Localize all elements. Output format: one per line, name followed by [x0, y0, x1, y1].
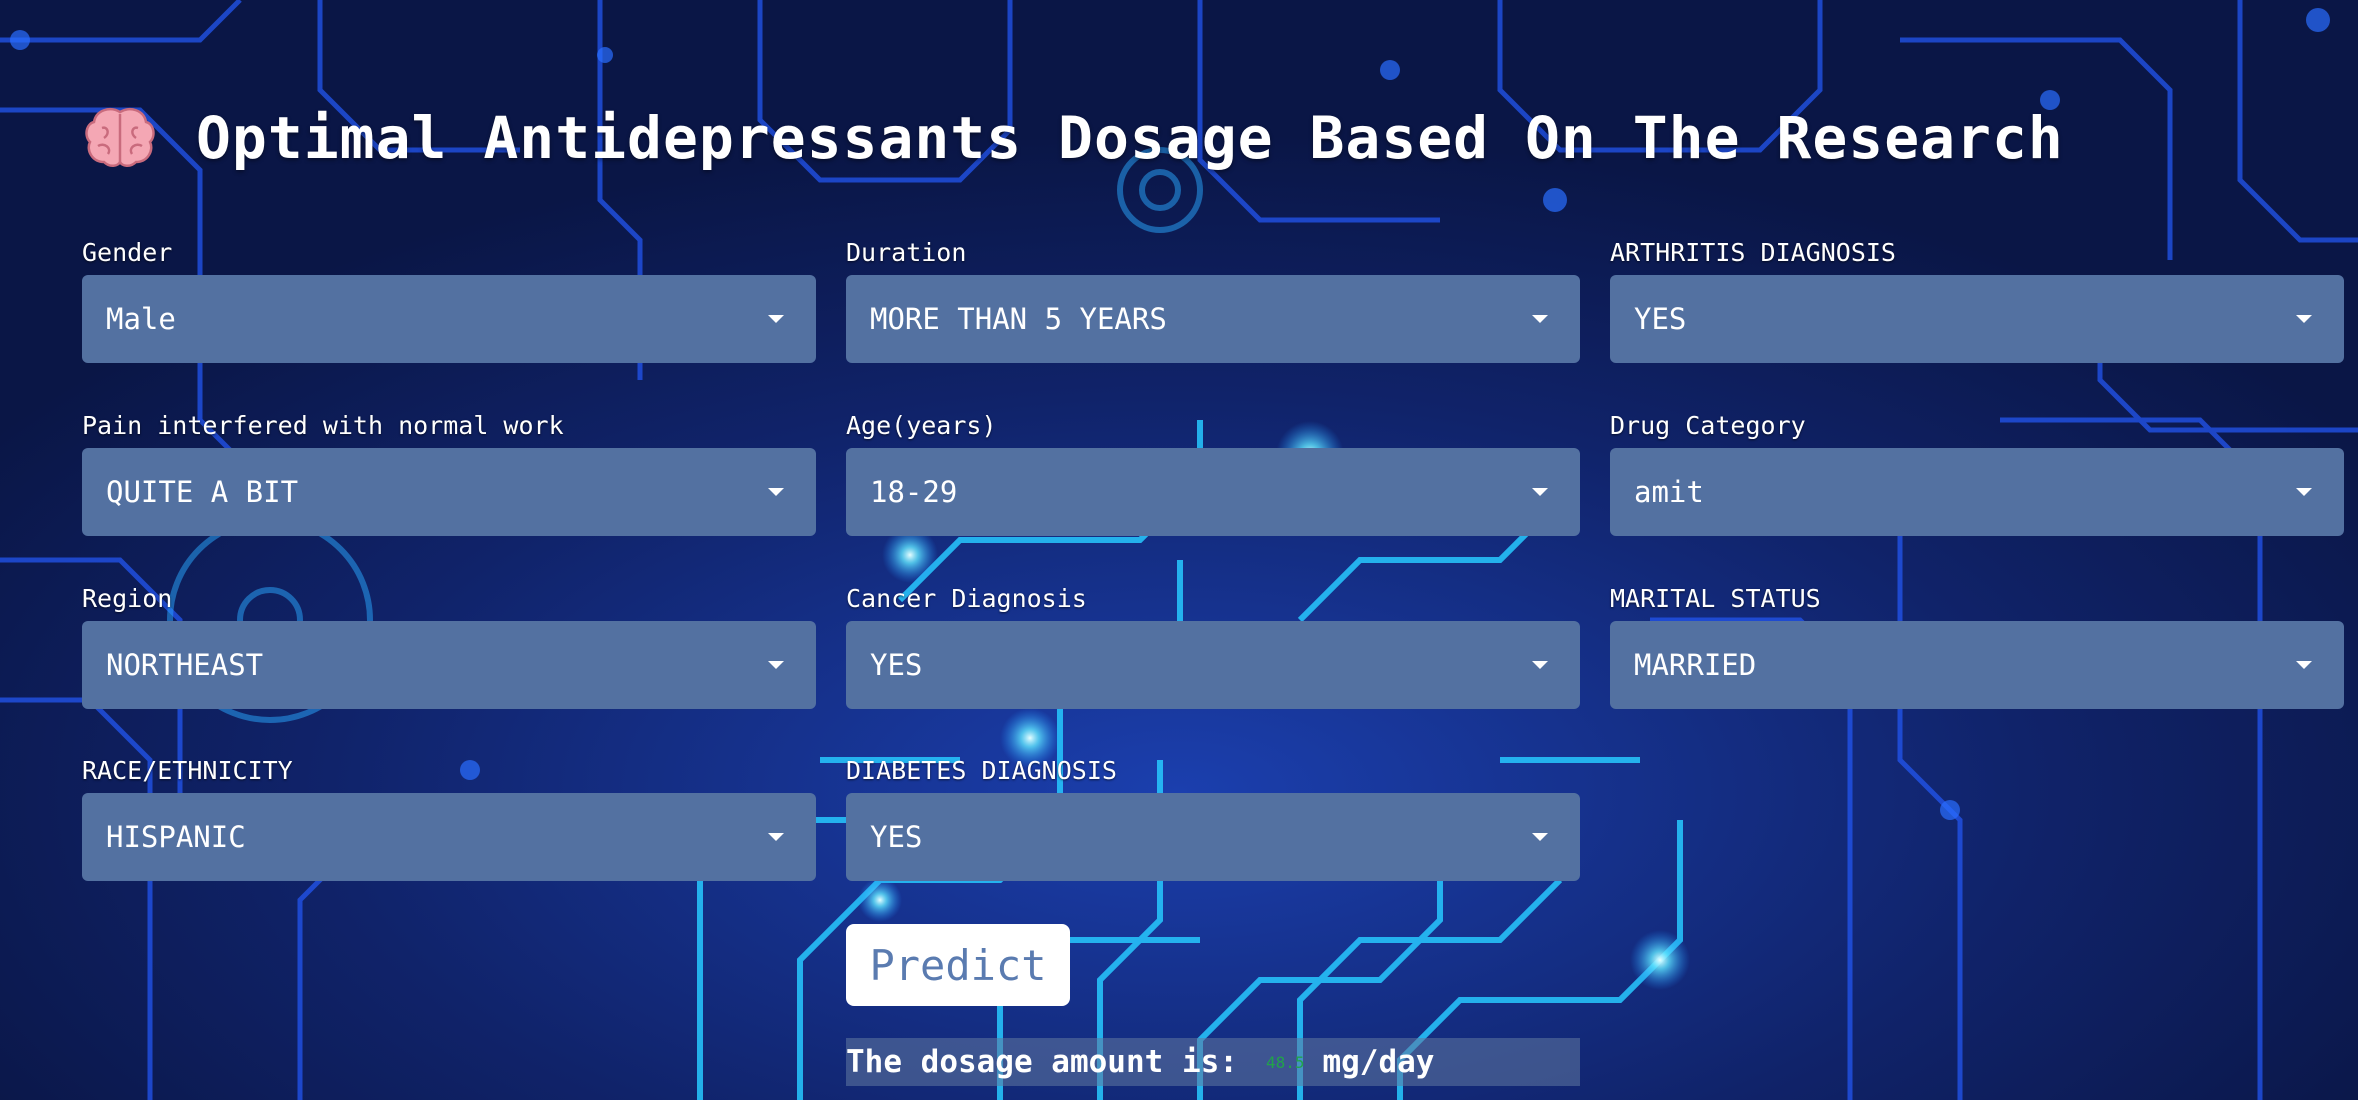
chevron-down-icon	[1532, 661, 1548, 669]
marital-status-label: MARITAL STATUS	[1610, 584, 1821, 613]
result-value: 48.5	[1265, 1052, 1305, 1072]
cancer-label: Cancer Diagnosis	[846, 584, 1087, 613]
predict-button[interactable]: Predict	[846, 924, 1070, 1006]
chevron-down-icon	[2296, 661, 2312, 669]
duration-field: Duration MORE THAN 5 YEARS	[846, 235, 1580, 363]
diabetes-label: DIABETES DIAGNOSIS	[846, 756, 1117, 785]
marital-status-value: MARRIED	[1634, 648, 1757, 682]
chevron-down-icon	[2296, 315, 2312, 323]
arthritis-label: ARTHRITIS DIAGNOSIS	[1610, 238, 1896, 267]
duration-select[interactable]: MORE THAN 5 YEARS	[846, 275, 1580, 363]
chevron-down-icon	[1532, 315, 1548, 323]
region-select[interactable]: NORTHEAST	[82, 621, 816, 709]
duration-value: MORE THAN 5 YEARS	[870, 302, 1167, 336]
duration-label: Duration	[846, 238, 967, 267]
diabetes-select[interactable]: YES	[846, 793, 1580, 881]
cancer-field: Cancer Diagnosis YES	[846, 581, 1580, 709]
marital-status-field: MARITAL STATUS MARRIED	[1610, 581, 2344, 709]
chevron-down-icon	[768, 315, 784, 323]
region-label: Region	[82, 584, 173, 613]
drug-category-field: Drug Category amit	[1610, 408, 2344, 536]
pain-field: Pain interfered with normal work QUITE A…	[82, 408, 816, 536]
chevron-down-icon	[768, 488, 784, 496]
arthritis-value: YES	[1634, 302, 1687, 336]
race-select[interactable]: HISPANIC	[82, 793, 816, 881]
diabetes-value: YES	[870, 820, 923, 854]
arthritis-field: ARTHRITIS DIAGNOSIS YES	[1610, 235, 2344, 363]
race-label: RACE/ETHNICITY	[82, 756, 293, 785]
page-title-text: Optimal Antidepressants Dosage Based On …	[196, 104, 2064, 172]
brain-icon	[85, 108, 155, 167]
age-select[interactable]: 18-29	[846, 448, 1580, 536]
cancer-select[interactable]: YES	[846, 621, 1580, 709]
app-content: Optimal Antidepressants Dosage Based On …	[0, 0, 2358, 1100]
race-value: HISPANIC	[106, 820, 246, 854]
pain-label: Pain interfered with normal work	[82, 411, 564, 440]
gender-label: Gender	[82, 238, 173, 267]
chevron-down-icon	[1532, 833, 1548, 841]
pain-value: QUITE A BIT	[106, 475, 299, 509]
marital-status-select[interactable]: MARRIED	[1610, 621, 2344, 709]
arthritis-select[interactable]: YES	[1610, 275, 2344, 363]
chevron-down-icon	[768, 661, 784, 669]
result-prefix: The dosage amount is:	[846, 1044, 1238, 1080]
gender-select[interactable]: Male	[82, 275, 816, 363]
race-field: RACE/ETHNICITY HISPANIC	[82, 753, 816, 881]
region-field: Region NORTHEAST	[82, 581, 816, 709]
page-title: Optimal Antidepressants Dosage Based On …	[84, 96, 2064, 180]
drug-category-label: Drug Category	[1610, 411, 1806, 440]
chevron-down-icon	[768, 833, 784, 841]
dosage-result: The dosage amount is: 48.5 mg/day	[846, 1038, 1580, 1086]
gender-value: Male	[106, 302, 176, 336]
chevron-down-icon	[1532, 488, 1548, 496]
chevron-down-icon	[2296, 488, 2312, 496]
result-unit: mg/day	[1322, 1044, 1435, 1080]
pain-select[interactable]: QUITE A BIT	[82, 448, 816, 536]
age-label: Age(years)	[846, 411, 997, 440]
cancer-value: YES	[870, 648, 923, 682]
age-value: 18-29	[870, 475, 958, 509]
region-value: NORTHEAST	[106, 648, 264, 682]
age-field: Age(years) 18-29	[846, 408, 1580, 536]
drug-category-value: amit	[1634, 475, 1704, 509]
drug-category-select[interactable]: amit	[1610, 448, 2344, 536]
diabetes-field: DIABETES DIAGNOSIS YES	[846, 753, 1580, 881]
gender-field: Gender Male	[82, 235, 816, 363]
